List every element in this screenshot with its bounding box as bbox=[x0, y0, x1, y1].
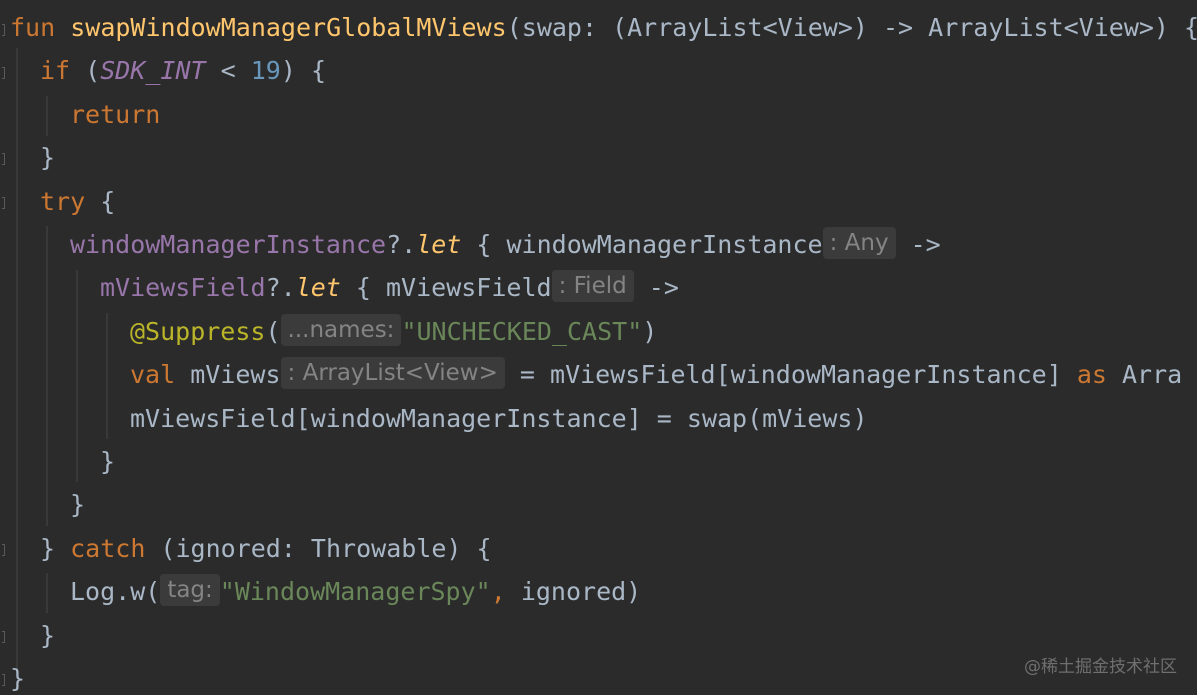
code-line[interactable]: Log.w(tag: "WindowManagerSpy", ignored) bbox=[70, 572, 641, 612]
fold-marker-icon[interactable] bbox=[2, 197, 5, 209]
code-token: } bbox=[40, 620, 56, 650]
code-token: Arra bbox=[1121, 360, 1183, 390]
code-token: mViews bbox=[190, 360, 281, 390]
code-token: { mViewsField bbox=[340, 273, 552, 303]
code-token: } bbox=[10, 664, 26, 693]
inlay-hint: : Any bbox=[822, 227, 896, 259]
indent-guide bbox=[16, 48, 18, 668]
indent-guide bbox=[76, 270, 78, 482]
code-line[interactable]: fun swapWindowManagerGlobalMViews(swap: … bbox=[10, 8, 1197, 48]
code-token: fun bbox=[10, 13, 71, 42]
fold-marker-icon[interactable] bbox=[2, 674, 5, 686]
code-line[interactable]: mViewsField[windowManagerInstance] = swa… bbox=[130, 399, 868, 439]
watermark: @稀土掘金技术社区 bbox=[1024, 657, 1177, 677]
code-token: windowManagerInstance bbox=[70, 230, 387, 259]
code-token: } bbox=[70, 490, 86, 520]
code-token: let bbox=[416, 230, 462, 259]
code-token: mViewsField bbox=[100, 273, 266, 303]
code-token: 19 bbox=[250, 56, 281, 86]
code-line[interactable]: } bbox=[40, 616, 55, 656]
code-token: (swap: (ArrayList<View>) -> ArrayList<Vi… bbox=[506, 13, 1197, 42]
fold-marker-icon[interactable] bbox=[2, 153, 5, 165]
code-token: @Suppress bbox=[130, 316, 266, 346]
code-line[interactable]: @Suppress(...names: "UNCHECKED_CAST") bbox=[130, 312, 657, 352]
code-token: Log.w( bbox=[70, 577, 161, 607]
code-token: mViewsField[windowManagerInstance] = swa… bbox=[130, 403, 868, 433]
code-line[interactable]: } catch (ignored: Throwable) { bbox=[40, 529, 492, 569]
code-token: ( bbox=[265, 316, 281, 346]
inlay-hint: ...names: bbox=[280, 313, 402, 346]
code-token: "UNCHECKED_CAST" bbox=[401, 316, 643, 346]
fold-gutter bbox=[0, 0, 8, 695]
code-token: < bbox=[205, 56, 251, 86]
code-token: swapWindowManagerGlobalMViews bbox=[70, 13, 507, 42]
code-line[interactable]: } bbox=[100, 442, 115, 482]
code-line[interactable]: if (SDK_INT < 19) { bbox=[40, 51, 326, 91]
inlay-hint: : ArrayList<View> bbox=[280, 357, 505, 390]
code-token: as bbox=[1076, 360, 1122, 390]
indent-guide bbox=[106, 313, 108, 439]
code-token: catch bbox=[70, 533, 161, 563]
code-token: (ignored: Throwable) { bbox=[160, 533, 492, 563]
indent-guide bbox=[46, 96, 48, 136]
code-token: } bbox=[100, 447, 116, 476]
code-token: } bbox=[40, 143, 56, 173]
code-token: SDK_INT bbox=[100, 56, 206, 86]
fold-marker-icon[interactable] bbox=[2, 24, 5, 36]
fold-marker-icon[interactable] bbox=[2, 631, 5, 643]
code-line[interactable]: windowManagerInstance?.let { windowManag… bbox=[70, 225, 941, 265]
code-line[interactable]: } bbox=[40, 138, 55, 178]
code-token: ) bbox=[642, 316, 658, 346]
code-line[interactable]: val mViews: ArrayList<View> = mViewsFiel… bbox=[130, 355, 1182, 395]
code-token: , bbox=[490, 577, 521, 607]
code-token: { windowManagerInstance bbox=[461, 230, 823, 259]
code-token: ) { bbox=[280, 56, 326, 86]
code-token: ?. bbox=[265, 273, 296, 303]
code-token: { bbox=[100, 186, 116, 216]
code-line[interactable]: return bbox=[70, 95, 160, 135]
code-token: "WindowManagerSpy" bbox=[219, 577, 491, 607]
code-line[interactable]: } bbox=[10, 659, 25, 695]
code-token: -> bbox=[633, 273, 679, 303]
code-token: = mViewsField[windowManagerInstance] bbox=[504, 360, 1077, 390]
fold-marker-icon[interactable] bbox=[2, 67, 5, 79]
code-token: -> bbox=[895, 230, 941, 259]
indent-guide bbox=[46, 573, 48, 613]
inlay-hint: : Field bbox=[551, 270, 634, 303]
code-editor[interactable]: fun swapWindowManagerGlobalMViews(swap: … bbox=[0, 0, 1197, 695]
code-token: let bbox=[295, 273, 341, 303]
code-token: ?. bbox=[386, 230, 417, 259]
code-token: ( bbox=[85, 56, 101, 86]
code-token: ignored) bbox=[520, 577, 642, 607]
code-line[interactable]: try { bbox=[40, 182, 115, 222]
code-token: val bbox=[130, 360, 191, 390]
fold-marker-icon[interactable] bbox=[2, 544, 5, 556]
inlay-hint: tag: bbox=[160, 574, 220, 607]
code-line[interactable]: mViewsField?.let { mViewsField: Field -> bbox=[100, 268, 679, 308]
code-token: return bbox=[70, 99, 161, 129]
code-token: } bbox=[40, 533, 71, 563]
indent-guide bbox=[46, 226, 48, 526]
code-token: if bbox=[40, 56, 86, 86]
code-token: try bbox=[40, 186, 101, 216]
code-line[interactable]: } bbox=[70, 485, 85, 525]
